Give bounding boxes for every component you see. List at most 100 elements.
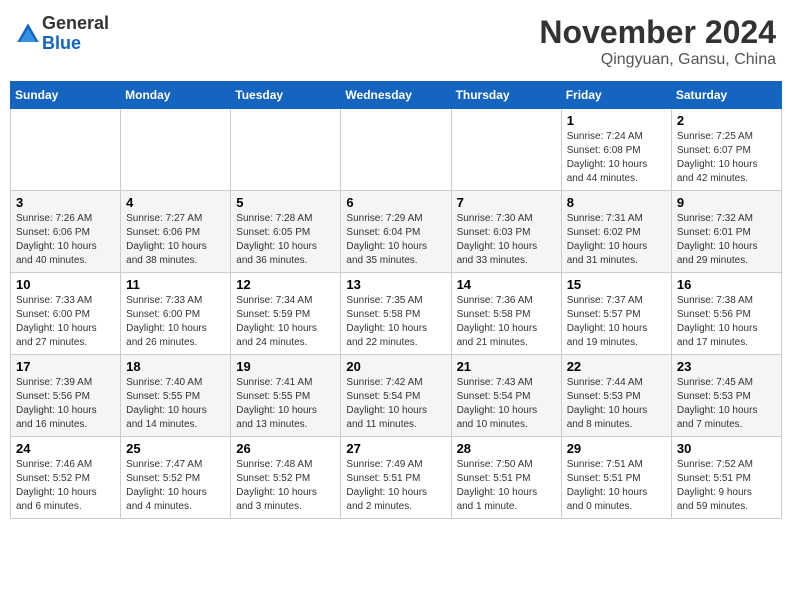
calendar-cell: 25 Sunrise: 7:47 AMSunset: 5:52 PMDayligh… bbox=[121, 437, 231, 519]
calendar-cell: 26 Sunrise: 7:48 AMSunset: 5:52 PMDayligh… bbox=[231, 437, 341, 519]
calendar-cell: 1 Sunrise: 7:24 AMSunset: 6:08 PMDaylight… bbox=[561, 109, 671, 191]
day-number: 9 bbox=[677, 195, 776, 210]
week-row-4: 24 Sunrise: 7:46 AMSunset: 5:52 PMDayligh… bbox=[11, 437, 782, 519]
day-number: 1 bbox=[567, 113, 666, 128]
calendar-cell: 7Sunrise: 7:30 AMSunset: 6:03 PMDaylight… bbox=[451, 191, 561, 273]
day-number: 28 bbox=[457, 441, 556, 456]
calendar-cell: 10 Sunrise: 7:33 AMSunset: 6:00 PMDayligh… bbox=[11, 273, 121, 355]
day-info: Sunrise: 7:24 AMSunset: 6:08 PMDaylight:… bbox=[567, 130, 666, 186]
day-number: 23 bbox=[677, 359, 776, 374]
day-number: 25 bbox=[126, 441, 225, 456]
day-number: 12 bbox=[236, 277, 335, 292]
day-number: 14 bbox=[457, 277, 556, 292]
logo-text: General Blue bbox=[42, 14, 109, 54]
day-info: Sunrise: 7:38 AMSunset: 5:56 PMDaylight:… bbox=[677, 294, 776, 350]
calendar-cell: 19 Sunrise: 7:41 AMSunset: 5:55 PMDayligh… bbox=[231, 355, 341, 437]
day-number: 29 bbox=[567, 441, 666, 456]
logo-icon bbox=[16, 19, 40, 49]
calendar-cell: 9 Sunrise: 7:32 AMSunset: 6:01 PMDaylight… bbox=[671, 191, 781, 273]
calendar-cell: 18 Sunrise: 7:40 AMSunset: 5:55 PMDayligh… bbox=[121, 355, 231, 437]
location: Qingyuan, Gansu, China bbox=[539, 51, 776, 69]
day-number: 21 bbox=[457, 359, 556, 374]
day-number: 26 bbox=[236, 441, 335, 456]
weekday-header-friday: Friday bbox=[561, 82, 671, 109]
calendar-cell: 16 Sunrise: 7:38 AMSunset: 5:56 PMDayligh… bbox=[671, 273, 781, 355]
logo-blue: Blue bbox=[42, 34, 109, 54]
calendar-cell: 17Sunrise: 7:39 AMSunset: 5:56 PMDayligh… bbox=[11, 355, 121, 437]
weekday-header-saturday: Saturday bbox=[671, 82, 781, 109]
day-info: Sunrise: 7:46 AMSunset: 5:52 PMDaylight:… bbox=[16, 458, 115, 514]
day-number: 3 bbox=[16, 195, 115, 210]
calendar-cell: 27Sunrise: 7:49 AMSunset: 5:51 PMDayligh… bbox=[341, 437, 451, 519]
day-info: Sunrise: 7:49 AMSunset: 5:51 PMDaylight:… bbox=[346, 458, 445, 514]
day-info: Sunrise: 7:52 AMSunset: 5:51 PMDaylight:… bbox=[677, 458, 776, 514]
day-info: Sunrise: 7:36 AMSunset: 5:58 PMDaylight:… bbox=[457, 294, 556, 350]
calendar-cell: 13 Sunrise: 7:35 AMSunset: 5:58 PMDayligh… bbox=[341, 273, 451, 355]
week-row-3: 17Sunrise: 7:39 AMSunset: 5:56 PMDayligh… bbox=[11, 355, 782, 437]
calendar-cell: 12 Sunrise: 7:34 AMSunset: 5:59 PMDayligh… bbox=[231, 273, 341, 355]
calendar-cell: 2 Sunrise: 7:25 AMSunset: 6:07 PMDaylight… bbox=[671, 109, 781, 191]
calendar-cell bbox=[341, 109, 451, 191]
day-number: 2 bbox=[677, 113, 776, 128]
calendar-cell: 6 Sunrise: 7:29 AMSunset: 6:04 PMDaylight… bbox=[341, 191, 451, 273]
calendar-cell: 21Sunrise: 7:43 AMSunset: 5:54 PMDayligh… bbox=[451, 355, 561, 437]
weekday-header-thursday: Thursday bbox=[451, 82, 561, 109]
month-title: November 2024 bbox=[539, 14, 776, 51]
day-number: 10 bbox=[16, 277, 115, 292]
day-number: 6 bbox=[346, 195, 445, 210]
calendar-cell: 23 Sunrise: 7:45 AMSunset: 5:53 PMDayligh… bbox=[671, 355, 781, 437]
calendar-cell: 22 Sunrise: 7:44 AMSunset: 5:53 PMDayligh… bbox=[561, 355, 671, 437]
day-number: 20 bbox=[346, 359, 445, 374]
day-info: Sunrise: 7:34 AMSunset: 5:59 PMDaylight:… bbox=[236, 294, 335, 350]
day-info: Sunrise: 7:47 AMSunset: 5:52 PMDaylight:… bbox=[126, 458, 225, 514]
logo: General Blue bbox=[16, 14, 109, 54]
calendar-cell bbox=[121, 109, 231, 191]
day-info: Sunrise: 7:44 AMSunset: 5:53 PMDaylight:… bbox=[567, 376, 666, 432]
day-number: 11 bbox=[126, 277, 225, 292]
weekday-header-tuesday: Tuesday bbox=[231, 82, 341, 109]
day-info: Sunrise: 7:40 AMSunset: 5:55 PMDaylight:… bbox=[126, 376, 225, 432]
calendar-cell: 20 Sunrise: 7:42 AMSunset: 5:54 PMDayligh… bbox=[341, 355, 451, 437]
calendar-cell: 3 Sunrise: 7:26 AMSunset: 6:06 PMDaylight… bbox=[11, 191, 121, 273]
day-info: Sunrise: 7:28 AMSunset: 6:05 PMDaylight:… bbox=[236, 212, 335, 268]
day-info: Sunrise: 7:42 AMSunset: 5:54 PMDaylight:… bbox=[346, 376, 445, 432]
week-row-1: 3 Sunrise: 7:26 AMSunset: 6:06 PMDaylight… bbox=[11, 191, 782, 273]
calendar-cell: 4Sunrise: 7:27 AMSunset: 6:06 PMDaylight… bbox=[121, 191, 231, 273]
page-header: General Blue November 2024 Qingyuan, Gan… bbox=[10, 10, 782, 73]
calendar-cell: 29 Sunrise: 7:51 AMSunset: 5:51 PMDayligh… bbox=[561, 437, 671, 519]
calendar-cell: 28Sunrise: 7:50 AMSunset: 5:51 PMDayligh… bbox=[451, 437, 561, 519]
day-number: 19 bbox=[236, 359, 335, 374]
day-info: Sunrise: 7:48 AMSunset: 5:52 PMDaylight:… bbox=[236, 458, 335, 514]
day-info: Sunrise: 7:27 AMSunset: 6:06 PMDaylight:… bbox=[126, 212, 225, 268]
day-number: 13 bbox=[346, 277, 445, 292]
weekday-header-sunday: Sunday bbox=[11, 82, 121, 109]
calendar-cell: 24 Sunrise: 7:46 AMSunset: 5:52 PMDayligh… bbox=[11, 437, 121, 519]
day-number: 24 bbox=[16, 441, 115, 456]
day-info: Sunrise: 7:26 AMSunset: 6:06 PMDaylight:… bbox=[16, 212, 115, 268]
day-info: Sunrise: 7:29 AMSunset: 6:04 PMDaylight:… bbox=[346, 212, 445, 268]
calendar-cell: 5 Sunrise: 7:28 AMSunset: 6:05 PMDaylight… bbox=[231, 191, 341, 273]
day-info: Sunrise: 7:30 AMSunset: 6:03 PMDaylight:… bbox=[457, 212, 556, 268]
calendar-cell bbox=[231, 109, 341, 191]
day-number: 30 bbox=[677, 441, 776, 456]
calendar-cell bbox=[451, 109, 561, 191]
day-info: Sunrise: 7:32 AMSunset: 6:01 PMDaylight:… bbox=[677, 212, 776, 268]
day-info: Sunrise: 7:33 AMSunset: 6:00 PMDaylight:… bbox=[16, 294, 115, 350]
day-info: Sunrise: 7:35 AMSunset: 5:58 PMDaylight:… bbox=[346, 294, 445, 350]
calendar-cell: 14 Sunrise: 7:36 AMSunset: 5:58 PMDayligh… bbox=[451, 273, 561, 355]
calendar-cell bbox=[11, 109, 121, 191]
day-number: 18 bbox=[126, 359, 225, 374]
day-info: Sunrise: 7:25 AMSunset: 6:07 PMDaylight:… bbox=[677, 130, 776, 186]
day-number: 5 bbox=[236, 195, 335, 210]
calendar-cell: 8Sunrise: 7:31 AMSunset: 6:02 PMDaylight… bbox=[561, 191, 671, 273]
day-number: 16 bbox=[677, 277, 776, 292]
day-number: 22 bbox=[567, 359, 666, 374]
weekday-header-wednesday: Wednesday bbox=[341, 82, 451, 109]
day-info: Sunrise: 7:41 AMSunset: 5:55 PMDaylight:… bbox=[236, 376, 335, 432]
weekday-header-monday: Monday bbox=[121, 82, 231, 109]
day-info: Sunrise: 7:33 AMSunset: 6:00 PMDaylight:… bbox=[126, 294, 225, 350]
day-info: Sunrise: 7:37 AMSunset: 5:57 PMDaylight:… bbox=[567, 294, 666, 350]
day-info: Sunrise: 7:45 AMSunset: 5:53 PMDaylight:… bbox=[677, 376, 776, 432]
day-info: Sunrise: 7:51 AMSunset: 5:51 PMDaylight:… bbox=[567, 458, 666, 514]
logo-general: General bbox=[42, 14, 109, 34]
